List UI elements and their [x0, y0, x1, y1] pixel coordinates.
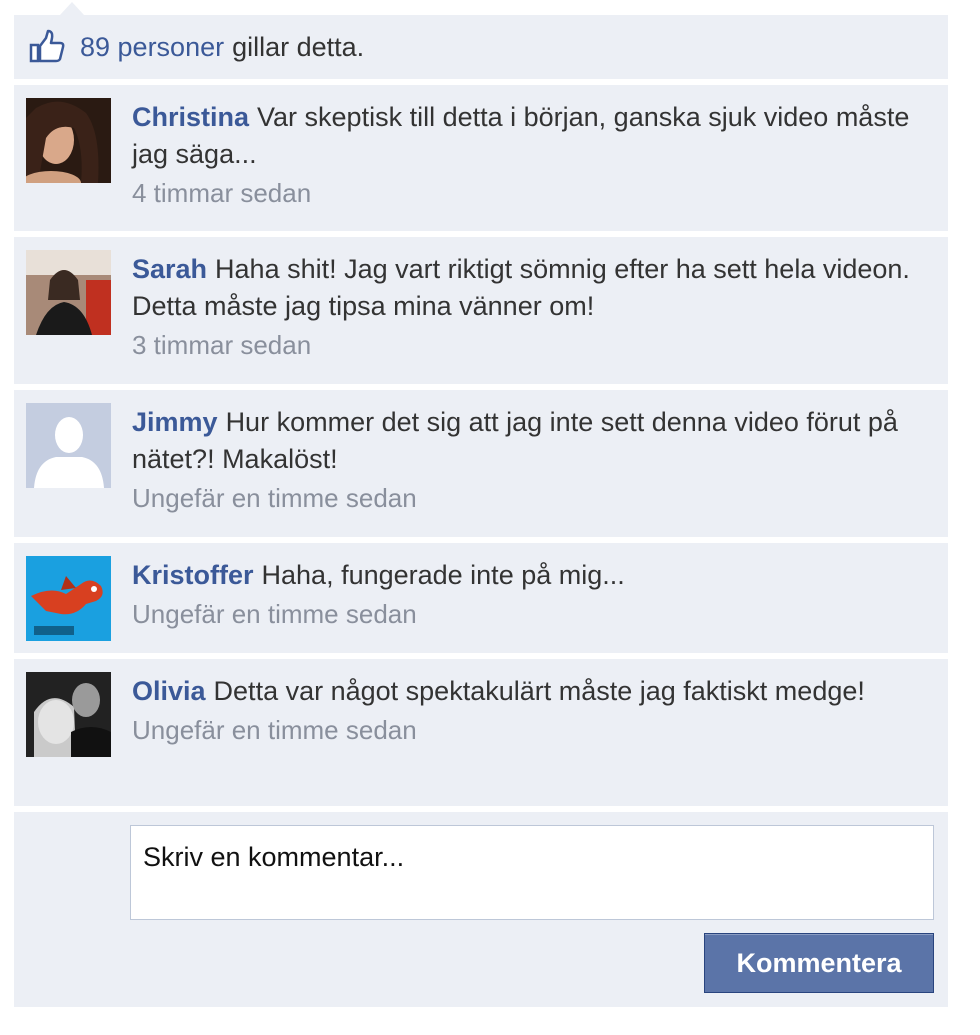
likes-count-link[interactable]: 89 personer — [80, 32, 224, 63]
comment-submit-button[interactable]: Kommentera — [704, 933, 934, 993]
panel-pointer — [60, 2, 84, 15]
avatar[interactable] — [26, 403, 111, 488]
comment-item: Olivia Detta var något spektakulärt måste… — [14, 659, 948, 806]
comment-body: Kristoffer Haha, fungerade inte på mig... — [132, 557, 934, 594]
comment-text: Detta var något spektakulärt måste jag f… — [213, 676, 865, 706]
comment-body: Sarah Haha shit! Jag vart riktigt sömnig … — [132, 251, 934, 325]
comment-author-link[interactable]: Sarah — [132, 254, 207, 284]
comment-timestamp[interactable]: Ungefär en timme sedan — [132, 594, 934, 634]
comment-item: Christina Var skeptisk till detta i börja… — [14, 85, 948, 231]
comment-author-link[interactable]: Olivia — [132, 676, 206, 706]
comment-author-link[interactable]: Jimmy — [132, 407, 218, 437]
likes-bar: 89 personer gillar detta. — [14, 15, 948, 79]
comment-input[interactable]: Skriv en kommentar... — [130, 825, 934, 920]
comment-text: Haha shit! Jag vart riktigt sömnig efter… — [132, 254, 910, 321]
avatar[interactable] — [26, 98, 111, 183]
avatar[interactable] — [26, 672, 111, 757]
comment-timestamp[interactable]: Ungefär en timme sedan — [132, 710, 934, 750]
comment-item: Jimmy Hur kommer det sig att jag inte set… — [14, 390, 948, 537]
comment-author-link[interactable]: Christina — [132, 102, 249, 132]
comment-timestamp[interactable]: 4 timmar sedan — [132, 173, 934, 213]
comment-author-link[interactable]: Kristoffer — [132, 560, 254, 590]
reply-box: Skriv en kommentar... Kommentera — [14, 812, 948, 1007]
comment-item: Sarah Haha shit! Jag vart riktigt sömnig … — [14, 237, 948, 384]
comment-body: Jimmy Hur kommer det sig att jag inte set… — [132, 404, 934, 478]
comment-text: Haha, fungerade inte på mig... — [261, 560, 625, 590]
likes-label: gillar detta. — [232, 31, 365, 62]
thumbs-up-icon — [28, 28, 66, 66]
comment-timestamp[interactable]: 3 timmar sedan — [132, 325, 934, 365]
comment-item: Kristoffer Haha, fungerade inte på mig...… — [14, 543, 948, 653]
comment-body: Olivia Detta var något spektakulärt måste… — [132, 673, 934, 710]
comment-body: Christina Var skeptisk till detta i börja… — [132, 99, 934, 173]
comment-text: Hur kommer det sig att jag inte sett den… — [132, 407, 898, 474]
comments-panel: 89 personer gillar detta. Christina Var s… — [14, 15, 948, 1007]
comment-timestamp[interactable]: Ungefär en timme sedan — [132, 478, 934, 518]
avatar[interactable] — [26, 250, 111, 335]
avatar[interactable] — [26, 556, 111, 641]
